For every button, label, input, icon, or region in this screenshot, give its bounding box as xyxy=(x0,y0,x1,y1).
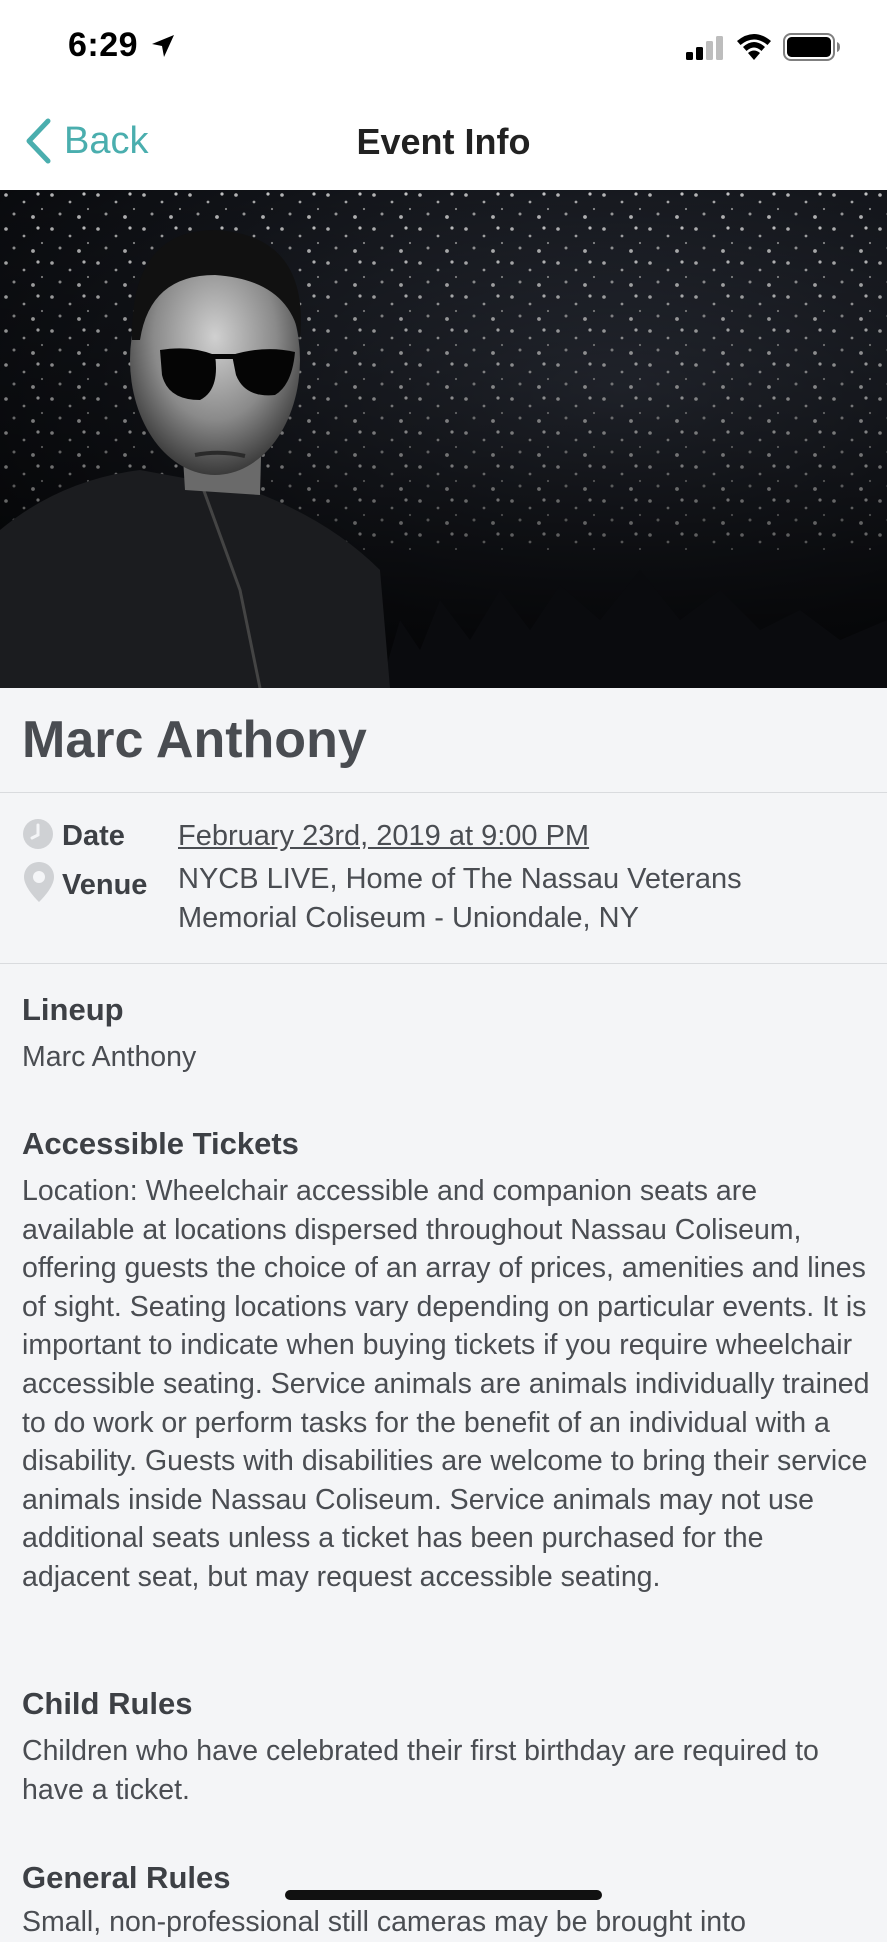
cellular-signal-icon xyxy=(686,36,723,60)
event-hero-image xyxy=(0,190,887,688)
location-arrow-icon xyxy=(152,35,174,57)
wifi-icon xyxy=(737,34,771,60)
navigation-bar: Back Event Info xyxy=(0,96,887,190)
hero-artwork xyxy=(0,190,887,688)
venue-line-1: NYCB LIVE, Home of The Nassau Veterans xyxy=(178,863,742,895)
child-rules-heading: Child Rules xyxy=(22,1686,193,1721)
accessible-tickets-text: Location: Wheelchair accessible and comp… xyxy=(22,1175,870,1593)
venue-line-2: Memorial Coliseum - Uniondale, NY xyxy=(178,902,639,934)
accessible-tickets-heading: Accessible Tickets xyxy=(22,1126,299,1161)
event-title-section: Marc Anthony xyxy=(0,688,887,793)
status-bar: 6:29 xyxy=(0,0,887,96)
lineup-heading: Lineup xyxy=(22,992,124,1027)
lineup-text: Marc Anthony xyxy=(22,1041,197,1073)
venue-label: Venue xyxy=(62,869,148,901)
general-rules-heading: General Rules xyxy=(22,1860,231,1895)
status-time: 6:29 xyxy=(68,26,139,64)
location-pin-icon xyxy=(24,862,54,902)
child-rules-text: Children who have celebrated their first… xyxy=(22,1735,819,1806)
clock-icon xyxy=(23,819,53,849)
date-value-link[interactable]: February 23rd, 2019 at 9:00 PM xyxy=(178,817,589,856)
page-title: Event Info xyxy=(356,121,531,162)
event-title: Marc Anthony xyxy=(22,711,367,769)
date-label: Date xyxy=(62,820,125,852)
home-indicator[interactable] xyxy=(285,1890,602,1900)
event-details: Date February 23rd, 2019 at 9:00 PM Venu… xyxy=(0,793,887,964)
battery-icon xyxy=(783,33,840,61)
general-rules-text: Small, non-professional still cameras ma… xyxy=(22,1906,746,1938)
